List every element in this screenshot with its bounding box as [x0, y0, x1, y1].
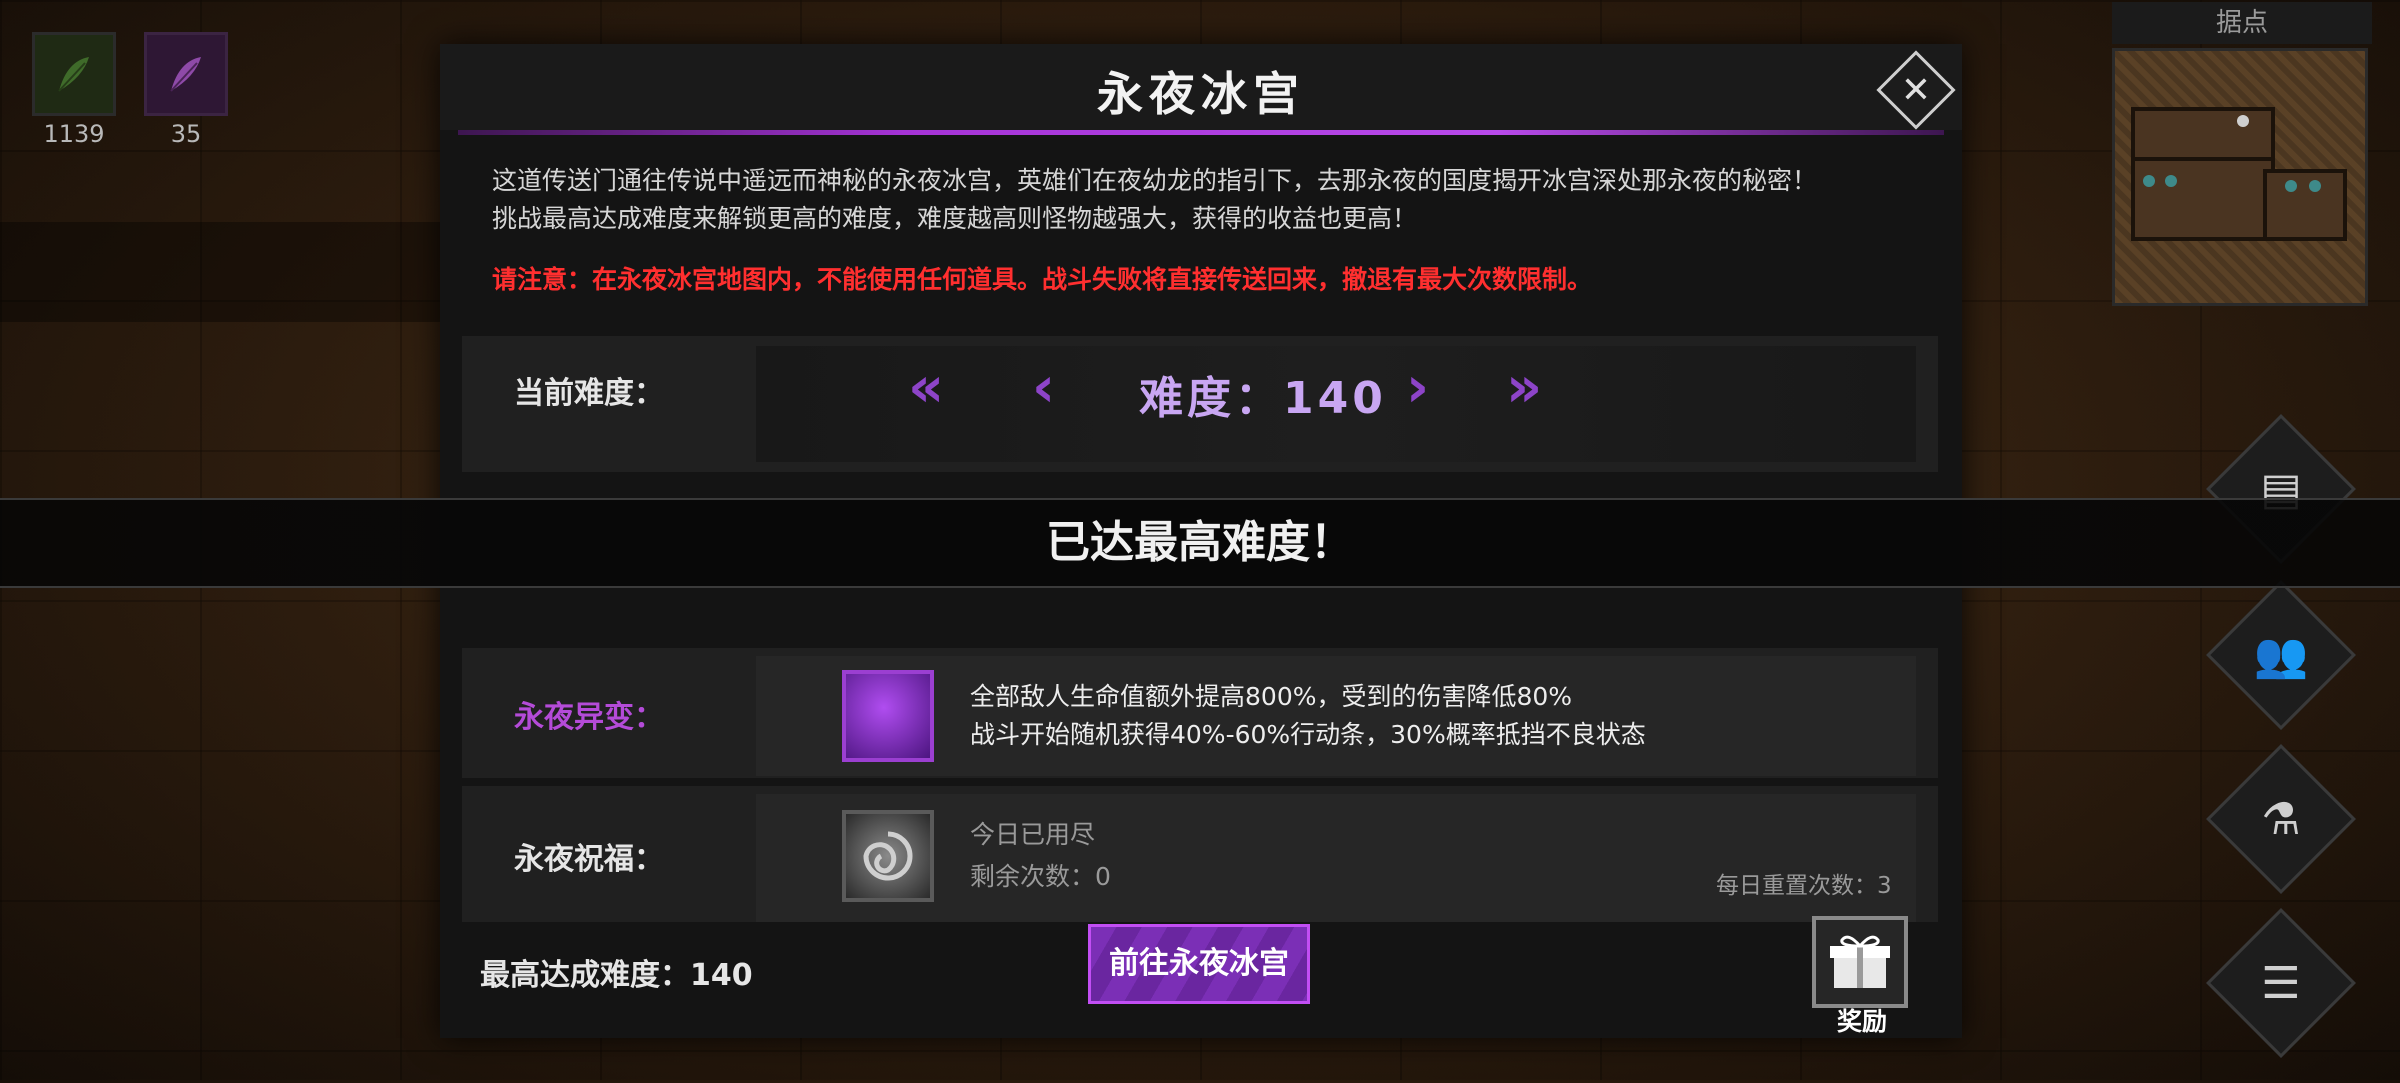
daily-reset-count: 每日重置次数：3 [1716, 873, 1892, 899]
resource-count: 1139 [43, 120, 105, 148]
mutation-effect-line: 战斗开始随机获得40%-60%行动条，30%概率抵挡不良状态 [970, 720, 1646, 749]
minimap-rooms [2131, 107, 2347, 241]
close-icon: ✕ [1900, 69, 1932, 111]
green-feather-icon [32, 32, 116, 116]
vortex-icon[interactable] [842, 810, 934, 902]
gift-icon [1812, 916, 1908, 1008]
difficulty-label: 当前难度： [514, 376, 664, 411]
max-difficulty-banner: 已达最高难度！ [0, 498, 2400, 588]
mutation-icon[interactable] [842, 670, 934, 762]
description-line: 挑战最高达成难度来解锁更高的难度，难度越高则怪物越强大，获得的收益也更高！ [492, 204, 1418, 233]
resource-purple-feather: 35 [144, 32, 228, 148]
mutation-label: 永夜异变： [514, 700, 664, 735]
difficulty-next-button[interactable]: › [1406, 360, 1429, 416]
minimap-label: 据点 [2112, 2, 2372, 44]
warning-text: 请注意：在永夜冰宫地图内，不能使用任何道具。战斗失败将直接传送回来，撤退有最大次… [492, 265, 1593, 294]
blessing-remaining: 剩余次数：0 [970, 862, 1111, 891]
blessing-label: 永夜祝福： [514, 842, 664, 877]
resource-green-feather: 1139 [32, 32, 116, 148]
purple-feather-icon [144, 32, 228, 116]
minimap[interactable] [2112, 48, 2368, 306]
difficulty-first-button[interactable]: « [908, 360, 944, 416]
difficulty-value: 难度：140 [1139, 373, 1387, 424]
reward-button[interactable]: 奖励 [1812, 916, 1912, 1036]
resource-count: 35 [170, 120, 202, 148]
difficulty-prev-button[interactable]: ‹ [1032, 360, 1055, 416]
mutation-effect-line: 全部敌人生命值额外提高800%，受到的伤害降低80% [970, 682, 1573, 711]
reward-label: 奖励 [1836, 1007, 1887, 1036]
enter-palace-button[interactable]: 前往永夜冰宫 [1088, 924, 1310, 1004]
list-icon: ☰ [2261, 957, 2301, 1009]
description-line: 这道传送门通往传说中遥远而神秘的永夜冰宫，英雄们在夜幼龙的指引下，去那永夜的国度… [492, 166, 1818, 195]
difficulty-last-button[interactable]: » [1506, 360, 1542, 416]
mutation-effects: 全部敌人生命值额外提高800%，受到的伤害降低80% 战斗开始随机获得40%-6… [970, 678, 1646, 754]
max-difficulty-text: 最高达成难度：140 [480, 958, 753, 993]
title-divider [458, 130, 1944, 135]
potion-icon: ⚗ [2261, 793, 2301, 845]
background-shadow [0, 222, 460, 322]
people-icon: 👥 [2253, 630, 2309, 681]
dialog-description: 这道传送门通往传说中遥远而神秘的永夜冰宫，英雄们在夜幼龙的指引下，去那永夜的国度… [492, 162, 1932, 238]
blessing-status: 今日已用尽 [970, 820, 1096, 849]
dialog-title: 永夜冰宫 [1097, 67, 1305, 121]
